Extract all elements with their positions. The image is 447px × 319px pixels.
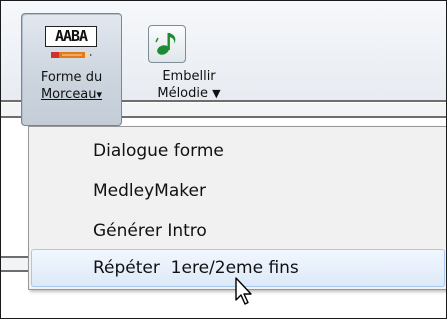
menu-item-generer-intro[interactable]: Générer Intro xyxy=(31,212,445,250)
song-form-label-line2: Morceau▾ xyxy=(40,87,103,102)
pencil-icon xyxy=(51,52,92,58)
dropdown-arrow-icon: ▼ xyxy=(212,87,221,100)
embellish-label-line1: Embellir xyxy=(162,69,216,84)
music-note-icon xyxy=(148,25,186,63)
embellish-melody-button[interactable]: Embellir Mélodie ▼ xyxy=(139,13,239,126)
aaba-form-icon: AABA xyxy=(45,26,97,62)
menu-item-medleymaker[interactable]: MedleyMaker xyxy=(31,172,445,210)
song-form-button[interactable]: AABA Forme du Morceau▾ xyxy=(21,13,122,126)
song-form-label-line1: Forme du xyxy=(40,70,103,85)
dropdown-arrow-icon: ▾ xyxy=(96,88,103,101)
mouse-cursor-icon xyxy=(235,277,252,305)
embellish-label-line2: Mélodie ▼ xyxy=(157,86,221,101)
song-form-dropdown-menu: Dialogue forme MedleyMaker Générer Intro… xyxy=(28,126,446,290)
menu-item-dialogue-forme[interactable]: Dialogue forme xyxy=(31,132,445,170)
app-window: AABA Forme du Morceau▾ Embellir Mélodie … xyxy=(0,0,447,319)
